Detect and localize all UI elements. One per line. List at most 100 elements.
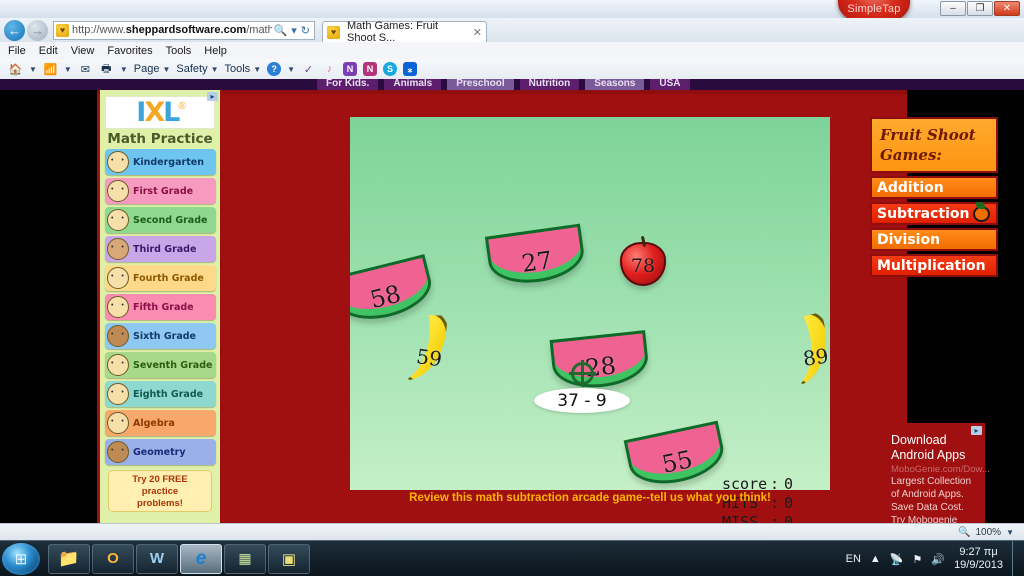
bluetooth-icon[interactable]: ⁎ [403,62,418,76]
language-indicator[interactable]: EN [846,553,861,565]
action-center-icon[interactable]: ⚑ [912,553,922,566]
fruit-melon[interactable]: 27 [484,223,588,289]
ad-choices-icon[interactable]: ▸ [207,92,218,101]
grade-item-third-grade[interactable]: Third Grade [105,236,216,262]
zoom-icon[interactable]: 🔍 [958,527,970,538]
tools-menu[interactable]: Tools ▼ [225,63,262,75]
tab-close-icon[interactable]: ✕ [473,26,482,39]
grade-item-algebra[interactable]: Algebra [105,410,216,436]
nav-item-for-kids[interactable]: For Kids. [317,79,379,90]
taskbar-clock[interactable]: 9:27 πμ 19/9/2013 [954,546,1003,572]
forward-icon[interactable]: → [27,19,48,41]
avatar-icon [107,238,129,260]
nav-item-preschool[interactable]: Preschool [447,79,514,90]
taskbar-word-icon[interactable]: W [136,543,178,574]
restore-button[interactable]: ❐ [967,1,993,16]
grade-item-fourth-grade[interactable]: Fourth Grade [105,265,216,291]
menu-item-favorites[interactable]: Favorites [107,45,152,57]
fruit-melon[interactable]: 28 [549,330,651,392]
android-apps-ad[interactable]: ▸ Download Android Apps MoboGenie.com/Do… [885,423,990,523]
ixl-logo[interactable]: I X L ® [105,96,215,129]
zoom-level[interactable]: 100% [976,527,1002,538]
menu-item-multiplication[interactable]: Multiplication [870,254,998,277]
review-link[interactable]: Review this math subtraction arcade game… [350,492,830,504]
back-icon[interactable]: ← [4,19,25,41]
menu-item-tools[interactable]: Tools [166,45,192,57]
minimize-button[interactable]: – [940,1,966,16]
music-note-icon[interactable]: ♪ [322,62,337,77]
page-content: For Kids. Animals Preschool Nutrition Se… [0,79,1024,523]
avatar-icon [107,441,129,463]
nav-item-usa[interactable]: USA [650,79,690,90]
grade-item-first-grade[interactable]: First Grade [105,178,216,204]
home-page-icon[interactable]: 🏠 [8,62,23,77]
menu-item-view[interactable]: View [71,45,95,57]
show-hidden-icons-icon[interactable]: ▲ [870,553,881,565]
grade-item-seventh-grade[interactable]: Seventh Grade [105,352,216,378]
fruit-apple[interactable]: 78 [620,242,666,286]
nav-item-animals[interactable]: Animals [384,79,442,90]
grade-label: Algebra [133,417,175,429]
tab-title: Math Games: Fruit Shoot S... [347,20,439,44]
fruit-number: 27 [519,245,554,278]
address-input[interactable]: ♥ http://www.sheppardsoftware.com/mathga… [53,20,315,40]
mail-icon[interactable]: ✉ [78,62,93,77]
close-button[interactable]: ✕ [994,1,1020,16]
nav-item-nutrition[interactable]: Nutrition [519,79,580,90]
clock-time: 9:27 πμ [959,546,998,558]
safety-menu[interactable]: Safety ▼ [176,63,218,75]
menu-item-file[interactable]: File [8,45,26,57]
grade-item-fifth-grade[interactable]: Fifth Grade [105,294,216,320]
taskbar-internet-explorer-icon[interactable]: e [180,543,222,574]
game-stage[interactable]: 582778592889551954 [350,117,830,490]
grade-item-sixth-grade[interactable]: Sixth Grade [105,323,216,349]
search-icon[interactable]: 🔍 [274,24,288,37]
fruit-number: 78 [630,255,656,278]
onenote-clip-icon[interactable]: N [343,62,358,76]
chevron-down-icon[interactable]: ▼ [120,65,128,74]
chevron-down-icon[interactable]: ▼ [64,65,72,74]
spellcheck-icon[interactable]: ✓ [301,62,316,77]
help-icon[interactable]: ? [267,62,282,76]
chevron-down-icon[interactable]: ▼ [287,65,295,74]
network-warning-icon[interactable]: 📡 [890,553,904,566]
grade-label: Eighth Grade [133,388,204,400]
nav-item-seasons[interactable]: Seasons [585,79,645,90]
menu-item-subtraction[interactable]: Subtraction [870,202,998,225]
ad-title-line-2: Android Apps [891,448,966,462]
menu-item-addition[interactable]: Addition [870,176,998,199]
fruit-number: 89 [801,343,830,371]
ixl-logo-l: L [163,97,180,128]
fruit-banana[interactable]: 59 [397,308,453,388]
onenote-icon[interactable]: N [363,62,378,76]
menu-item-help[interactable]: Help [204,45,227,57]
fruit-melon[interactable]: 55 [623,420,729,490]
taskbar-explorer-icon[interactable]: 📁 [48,543,90,574]
skype-icon[interactable]: S [383,62,398,76]
chevron-down-icon[interactable]: ▼ [29,65,37,74]
menu-item-edit[interactable]: Edit [39,45,58,57]
taskbar-outlook-icon[interactable]: O [92,543,134,574]
menu-item-label: Subtraction [877,205,970,222]
grade-item-geometry[interactable]: Geometry [105,439,216,465]
show-desktop-button[interactable] [1012,541,1020,576]
print-icon[interactable]: 🖶 [99,62,114,77]
refresh-icon[interactable]: ↻ [301,24,310,37]
grade-item-second-grade[interactable]: Second Grade [105,207,216,233]
taskbar-notes-icon[interactable]: ▣ [268,543,310,574]
crosshair-icon[interactable] [569,360,596,387]
grade-item-eighth-grade[interactable]: Eighth Grade [105,381,216,407]
windows-start-icon[interactable]: ⊞ [2,542,40,575]
page-menu[interactable]: Page ▼ [134,63,171,75]
chevron-down-icon[interactable]: ▼ [1006,528,1014,537]
ad-cta-box[interactable]: Try 20 FREE practice problems! [108,470,212,512]
chevron-down-icon[interactable]: ▾ [291,24,297,37]
fruit-banana[interactable]: 89 [781,309,830,389]
ad-choices-icon[interactable]: ▸ [971,426,982,435]
feeds-icon[interactable]: 📶 [43,62,58,77]
volume-icon[interactable]: 🔊 [931,553,945,566]
taskbar-media-player-icon[interactable]: ▦ [224,543,266,574]
browser-tab[interactable]: ♥ Math Games: Fruit Shoot S... ✕ [322,20,487,44]
menu-item-division[interactable]: Division [870,228,998,251]
grade-item-kindergarten[interactable]: Kindergarten [105,149,216,175]
